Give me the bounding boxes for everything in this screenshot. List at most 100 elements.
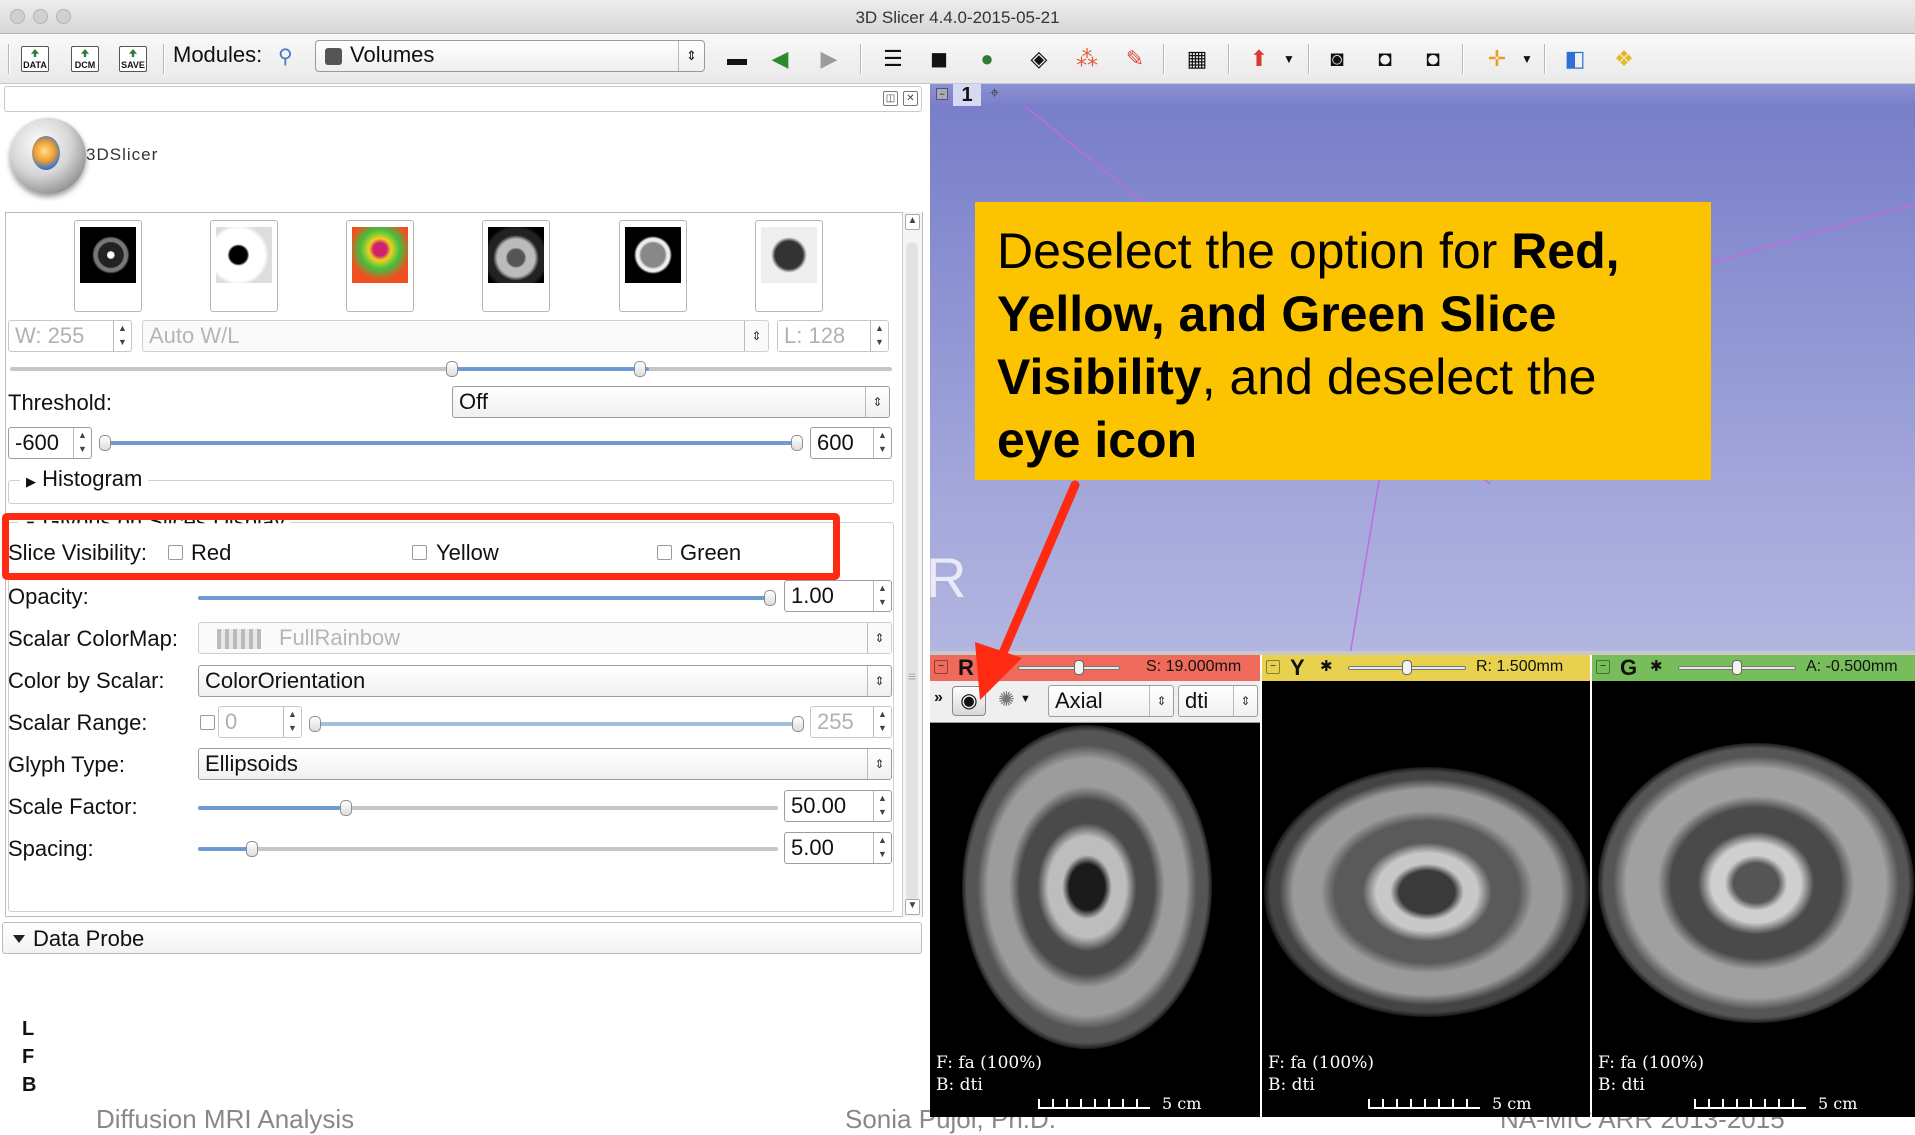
preset-thumbnail: [761, 227, 817, 283]
slice-orientation-select[interactable]: Axial ⇕: [1048, 685, 1174, 717]
layout-menu-button[interactable]: ▬: [720, 42, 754, 76]
load-dicom-button[interactable]: DCM: [68, 42, 102, 76]
close-panel-icon[interactable]: ✕: [903, 91, 918, 106]
link-icon[interactable]: ✱: [1320, 657, 1333, 675]
window-level-mode-select[interactable]: Auto W/L ⇕: [142, 320, 769, 352]
green-scale-ruler: [1694, 1099, 1806, 1109]
opacity-spinbox[interactable]: 1.00 ▲ ▼: [784, 580, 892, 612]
green-fg-label: F: fa (100%): [1598, 1053, 1705, 1073]
red-slice-offset-handle[interactable]: [1074, 660, 1085, 675]
pin-icon[interactable]: −: [1266, 660, 1280, 674]
opacity-handle[interactable]: [764, 590, 776, 606]
threshold-min-spinbox[interactable]: -600 ▲ ▼: [8, 427, 92, 459]
minus-icon: ▬: [727, 47, 747, 70]
preset-ct-air[interactable]: [210, 220, 278, 312]
red-bg-label: B: dti: [936, 1075, 983, 1095]
scalar-range-max-handle[interactable]: [792, 716, 804, 732]
color-by-scalar-select[interactable]: ColorOrientation ⇕: [198, 665, 892, 697]
scalar-colormap-select[interactable]: FullRainbow ⇕: [198, 622, 892, 654]
mouse-mode-dropdown[interactable]: ▼: [1272, 42, 1306, 76]
scroll-thumb[interactable]: [906, 242, 918, 902]
yellow-slice-offset-handle[interactable]: [1402, 660, 1412, 675]
glyph-type-value: Ellipsoids: [205, 751, 298, 776]
models-module-button[interactable]: ●: [970, 42, 1004, 76]
threshold-max-handle[interactable]: [791, 435, 803, 451]
preset-pet[interactable]: [346, 220, 414, 312]
pin-icon[interactable]: −: [1596, 660, 1610, 674]
window-level-max-handle[interactable]: [634, 361, 646, 377]
spacing-slider[interactable]: [198, 847, 778, 851]
float-panel-icon[interactable]: ◫: [883, 91, 898, 106]
slice-volume-select[interactable]: dti ⇕: [1178, 685, 1258, 717]
data-module-button[interactable]: ☰: [876, 42, 910, 76]
red-slice-view[interactable]: F: fa (100%) B: dti 5 cm: [930, 681, 1260, 1117]
spacing-spinbox[interactable]: 5.00 ▲ ▼: [784, 832, 892, 864]
pin-icon[interactable]: −: [934, 660, 948, 674]
editor-module-button[interactable]: ✎: [1118, 42, 1152, 76]
vertical-scrollbar[interactable]: ▲ ▼: [902, 212, 922, 917]
mouse-mode-button[interactable]: ⬆: [1242, 42, 1276, 76]
lightbox-icon[interactable]: ✺: [998, 687, 1015, 712]
python-console-button[interactable]: ❖: [1607, 42, 1641, 76]
scalar-range-max-spinbox[interactable]: 255 ▲ ▼: [810, 706, 892, 738]
extension-manager-button[interactable]: ◧: [1558, 42, 1592, 76]
scroll-up-icon[interactable]: ▲: [905, 214, 920, 230]
scalar-range-min-handle[interactable]: [309, 716, 321, 732]
scale-factor-value: 50.00: [791, 793, 847, 818]
data-probe-label: Data Probe: [33, 926, 145, 951]
preset-ct-lung[interactable]: [755, 220, 823, 312]
data-probe-toggle[interactable]: Data Probe: [2, 922, 922, 954]
crosshair-button[interactable]: ✛: [1480, 42, 1514, 76]
scale-factor-slider[interactable]: [198, 806, 778, 810]
preset-ct-bone[interactable]: [74, 220, 142, 312]
pin-icon[interactable]: −: [936, 88, 948, 100]
preset-ct-abdomen[interactable]: [482, 220, 550, 312]
spacing-label: Spacing:: [8, 836, 94, 861]
green-slice-offset-handle[interactable]: [1732, 660, 1742, 675]
scalar-range-checkbox[interactable]: [200, 715, 215, 730]
link-icon[interactable]: ✱: [1650, 657, 1663, 675]
yellow-bg-label: B: dti: [1268, 1075, 1315, 1095]
scalar-range-min-spinbox[interactable]: 0 ▲ ▼: [218, 706, 302, 738]
spacing-handle[interactable]: [246, 841, 258, 857]
center-view-icon[interactable]: ⌖: [990, 85, 999, 103]
threshold-min-handle[interactable]: [99, 435, 111, 451]
toolbar-separator: [1462, 44, 1464, 74]
scale-factor-handle[interactable]: [340, 800, 352, 816]
chevron-down-icon[interactable]: ▼: [1020, 693, 1031, 705]
layout-button[interactable]: ▦: [1180, 42, 1214, 76]
scalar-range-slider[interactable]: [312, 722, 802, 726]
search-icon[interactable]: ⚲: [278, 44, 293, 69]
level-spinbox[interactable]: L: 128 ▲ ▼: [777, 320, 889, 352]
restore-scene-button[interactable]: ◘: [1416, 42, 1450, 76]
collapse-controls-icon[interactable]: »: [934, 689, 943, 707]
preset-ct-brain[interactable]: [619, 220, 687, 312]
splitter-grip-icon[interactable]: ≡: [908, 668, 916, 684]
threshold-max-spinbox[interactable]: 600 ▲ ▼: [810, 427, 892, 459]
screenshot-button[interactable]: ◙: [1320, 42, 1354, 76]
scene-view-button[interactable]: ◘: [1368, 42, 1402, 76]
window-spinbox[interactable]: W: 255 ▲ ▼: [8, 320, 132, 352]
module-selector[interactable]: Volumes ⇕: [315, 40, 705, 72]
back-button[interactable]: ◀: [763, 42, 797, 76]
save-button[interactable]: SAVE: [116, 42, 150, 76]
glyph-type-select[interactable]: Ellipsoids ⇕: [198, 748, 892, 780]
markups-module-button[interactable]: ⁂: [1070, 42, 1104, 76]
scale-factor-spinbox[interactable]: 50.00 ▲ ▼: [784, 790, 892, 822]
scroll-down-icon[interactable]: ▼: [905, 899, 920, 915]
eye-visibility-icon[interactable]: ◉: [952, 686, 986, 716]
green-slice-view[interactable]: F: fa (100%) B: dti 5 cm: [1592, 681, 1915, 1117]
yellow-slice-view[interactable]: F: fa (100%) B: dti 5 cm: [1262, 681, 1590, 1117]
red-slice-offset-slider[interactable]: [1018, 666, 1120, 670]
transforms-module-button[interactable]: ◈: [1022, 42, 1056, 76]
forward-button[interactable]: ▶: [812, 42, 846, 76]
volumes-module-button[interactable]: ◼: [922, 42, 956, 76]
crosshair-dropdown[interactable]: ▼: [1510, 42, 1544, 76]
threshold-select[interactable]: Off ⇕: [452, 386, 890, 418]
3d-view-number: 1: [953, 84, 981, 106]
opacity-slider[interactable]: [198, 596, 776, 600]
histogram-toggle[interactable]: ▶ Histogram: [20, 466, 149, 492]
threshold-range-slider[interactable]: [102, 441, 802, 445]
load-data-button[interactable]: DATA: [18, 42, 52, 76]
window-level-min-handle[interactable]: [446, 361, 458, 377]
